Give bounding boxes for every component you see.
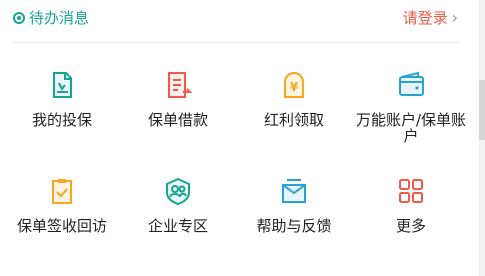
svg-text:¥: ¥ xyxy=(290,80,299,94)
scrollbar-thumb[interactable] xyxy=(479,80,485,140)
service-label: 更多 xyxy=(395,217,426,235)
help-mail-icon xyxy=(282,179,306,203)
message-dot-icon xyxy=(13,12,25,24)
service-bonus-claim[interactable]: ¥ 红利领取 xyxy=(236,70,352,128)
wallet-icon xyxy=(399,71,424,96)
bonus-yuan-icon: ¥ xyxy=(284,72,304,98)
login-label: 请登录 xyxy=(402,9,448,27)
pending-messages-title: 待办消息 xyxy=(29,9,90,27)
service-my-insurance[interactable]: 我的投保 xyxy=(4,70,120,128)
chevron-right-icon: › xyxy=(451,8,458,27)
clipboard-check-icon xyxy=(52,179,72,204)
pending-messages-header: 待办消息 请登录 › xyxy=(0,0,470,38)
login-link[interactable]: 请登录 › xyxy=(403,7,458,29)
service-label: 保单签收回访 xyxy=(16,217,107,235)
service-universal-account[interactable]: 万能账户/保单账户 xyxy=(353,70,469,144)
service-enterprise-zone[interactable]: 企业专区 xyxy=(120,176,236,234)
divider xyxy=(13,42,459,43)
scrollbar[interactable] xyxy=(479,0,485,276)
service-label: 我的投保 xyxy=(31,111,92,129)
enterprise-group-icon xyxy=(166,177,190,206)
service-help-feedback[interactable]: 帮助与反馈 xyxy=(236,176,352,234)
service-more[interactable]: 更多 xyxy=(353,176,469,234)
service-label: 保单借款 xyxy=(147,111,208,129)
service-label: 帮助与反馈 xyxy=(256,217,332,235)
policy-document-icon xyxy=(53,72,72,98)
service-policy-signoff[interactable]: 保单签收回访 xyxy=(4,176,120,234)
service-label: 红利领取 xyxy=(263,111,324,129)
service-label: 万能账户/保单账户 xyxy=(355,111,467,145)
more-grid-icon xyxy=(399,179,423,203)
service-policy-loan[interactable]: 保单借款 xyxy=(120,70,236,128)
policy-loan-icon xyxy=(168,72,193,98)
service-label: 企业专区 xyxy=(147,217,208,235)
